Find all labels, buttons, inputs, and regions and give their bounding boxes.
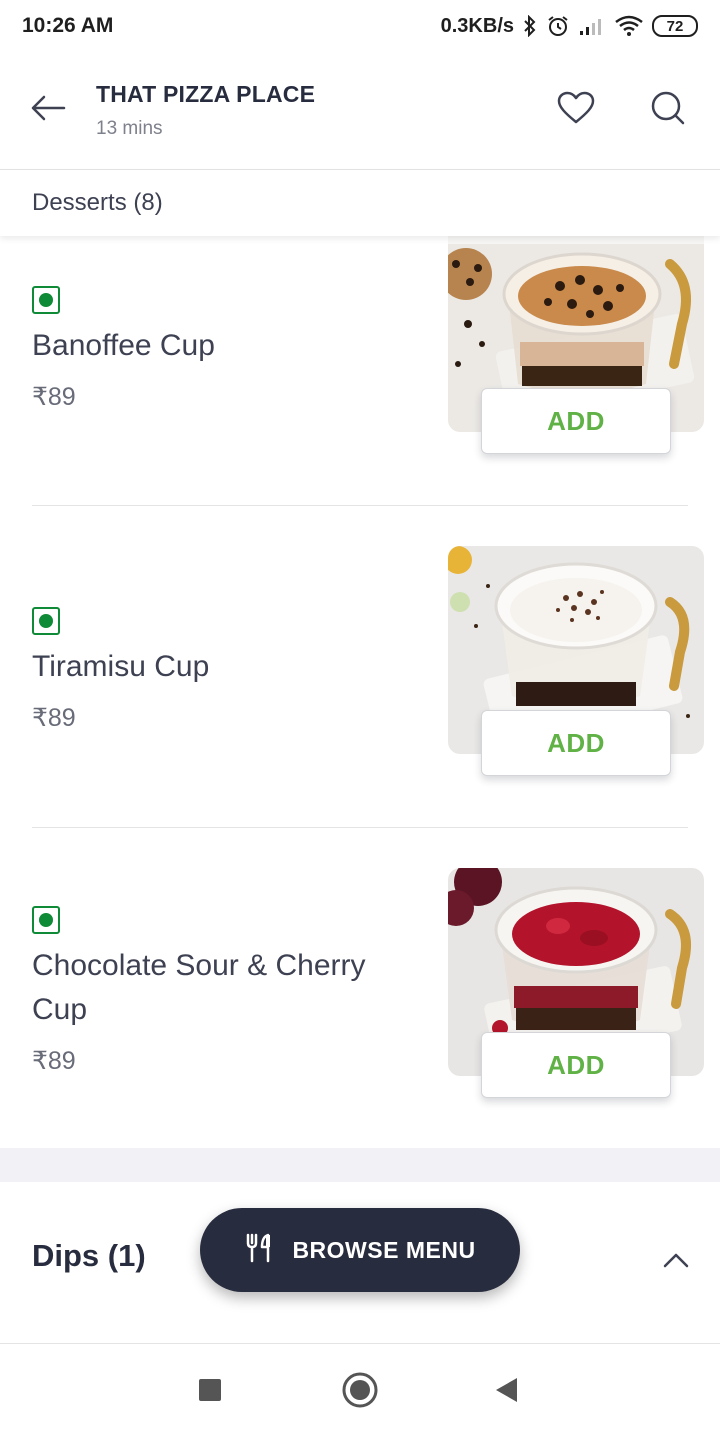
section-separator <box>0 1148 720 1182</box>
add-button[interactable]: ADD <box>481 1032 671 1098</box>
delivery-eta: 13 mins <box>96 118 163 139</box>
cutlery-icon <box>244 1233 276 1268</box>
item-name: Tiramisu Cup <box>32 650 210 683</box>
item-divider <box>32 827 688 828</box>
item-price: ₹89 <box>32 704 76 732</box>
home-circle-icon <box>341 1371 379 1414</box>
chevron-up-icon[interactable] <box>656 1240 696 1280</box>
item-name: Chocolate Sour & Cherry Cup <box>32 949 366 1026</box>
status-bar: 10:26 AM 0.3KB/s 72 <box>0 0 720 52</box>
item-name: Banoffee Cup <box>32 329 215 362</box>
item-divider <box>32 505 688 506</box>
recents-button[interactable] <box>186 1368 234 1416</box>
header-actions <box>556 91 720 131</box>
search-button[interactable] <box>648 91 688 131</box>
heart-icon <box>557 91 595 130</box>
back-arrow-icon <box>30 94 66 127</box>
wifi-icon <box>614 14 644 38</box>
status-indicators: 0.3KB/s 72 <box>441 14 698 38</box>
back-triangle-icon <box>493 1376 519 1409</box>
system-back-button[interactable] <box>482 1368 530 1416</box>
section-header-desserts[interactable]: Desserts (8) <box>0 170 720 236</box>
search-icon <box>650 90 686 131</box>
browse-menu-button[interactable]: BROWSE MENU <box>200 1208 520 1292</box>
network-speed: 0.3KB/s <box>440 14 514 37</box>
veg-indicator-icon <box>32 607 60 635</box>
veg-indicator-icon <box>32 286 60 314</box>
favorite-button[interactable] <box>556 91 596 131</box>
restaurant-title-block: THAT PIZZA PLACE 13 mins <box>96 81 556 140</box>
restaurant-header: THAT PIZZA PLACE 13 mins <box>0 52 720 170</box>
signal-icon <box>578 15 606 37</box>
veg-indicator-icon <box>32 906 60 934</box>
bluetooth-icon <box>522 15 538 37</box>
menu-item-info: Banoffee Cup ₹89 <box>32 286 412 412</box>
status-time: 10:26 AM <box>22 14 114 37</box>
restaurant-name: THAT PIZZA PLACE <box>96 81 316 107</box>
add-button[interactable]: ADD <box>481 710 671 776</box>
menu-item-info: Chocolate Sour & Cherry Cup ₹89 <box>32 906 412 1076</box>
add-button[interactable]: ADD <box>481 388 671 454</box>
item-price: ₹89 <box>32 383 76 411</box>
recents-square-icon <box>198 1378 222 1407</box>
item-price: ₹89 <box>32 1047 76 1075</box>
section-title: Dips (1) <box>32 1238 146 1273</box>
system-nav-bar <box>0 1344 720 1440</box>
section-title: Desserts (8) <box>32 189 163 216</box>
browse-menu-label: BROWSE MENU <box>292 1236 476 1263</box>
alarm-icon <box>546 14 570 38</box>
back-button[interactable] <box>0 52 96 169</box>
home-button[interactable] <box>336 1368 384 1416</box>
battery-icon: 72 <box>652 15 698 37</box>
menu-item-info: Tiramisu Cup ₹89 <box>32 607 412 733</box>
